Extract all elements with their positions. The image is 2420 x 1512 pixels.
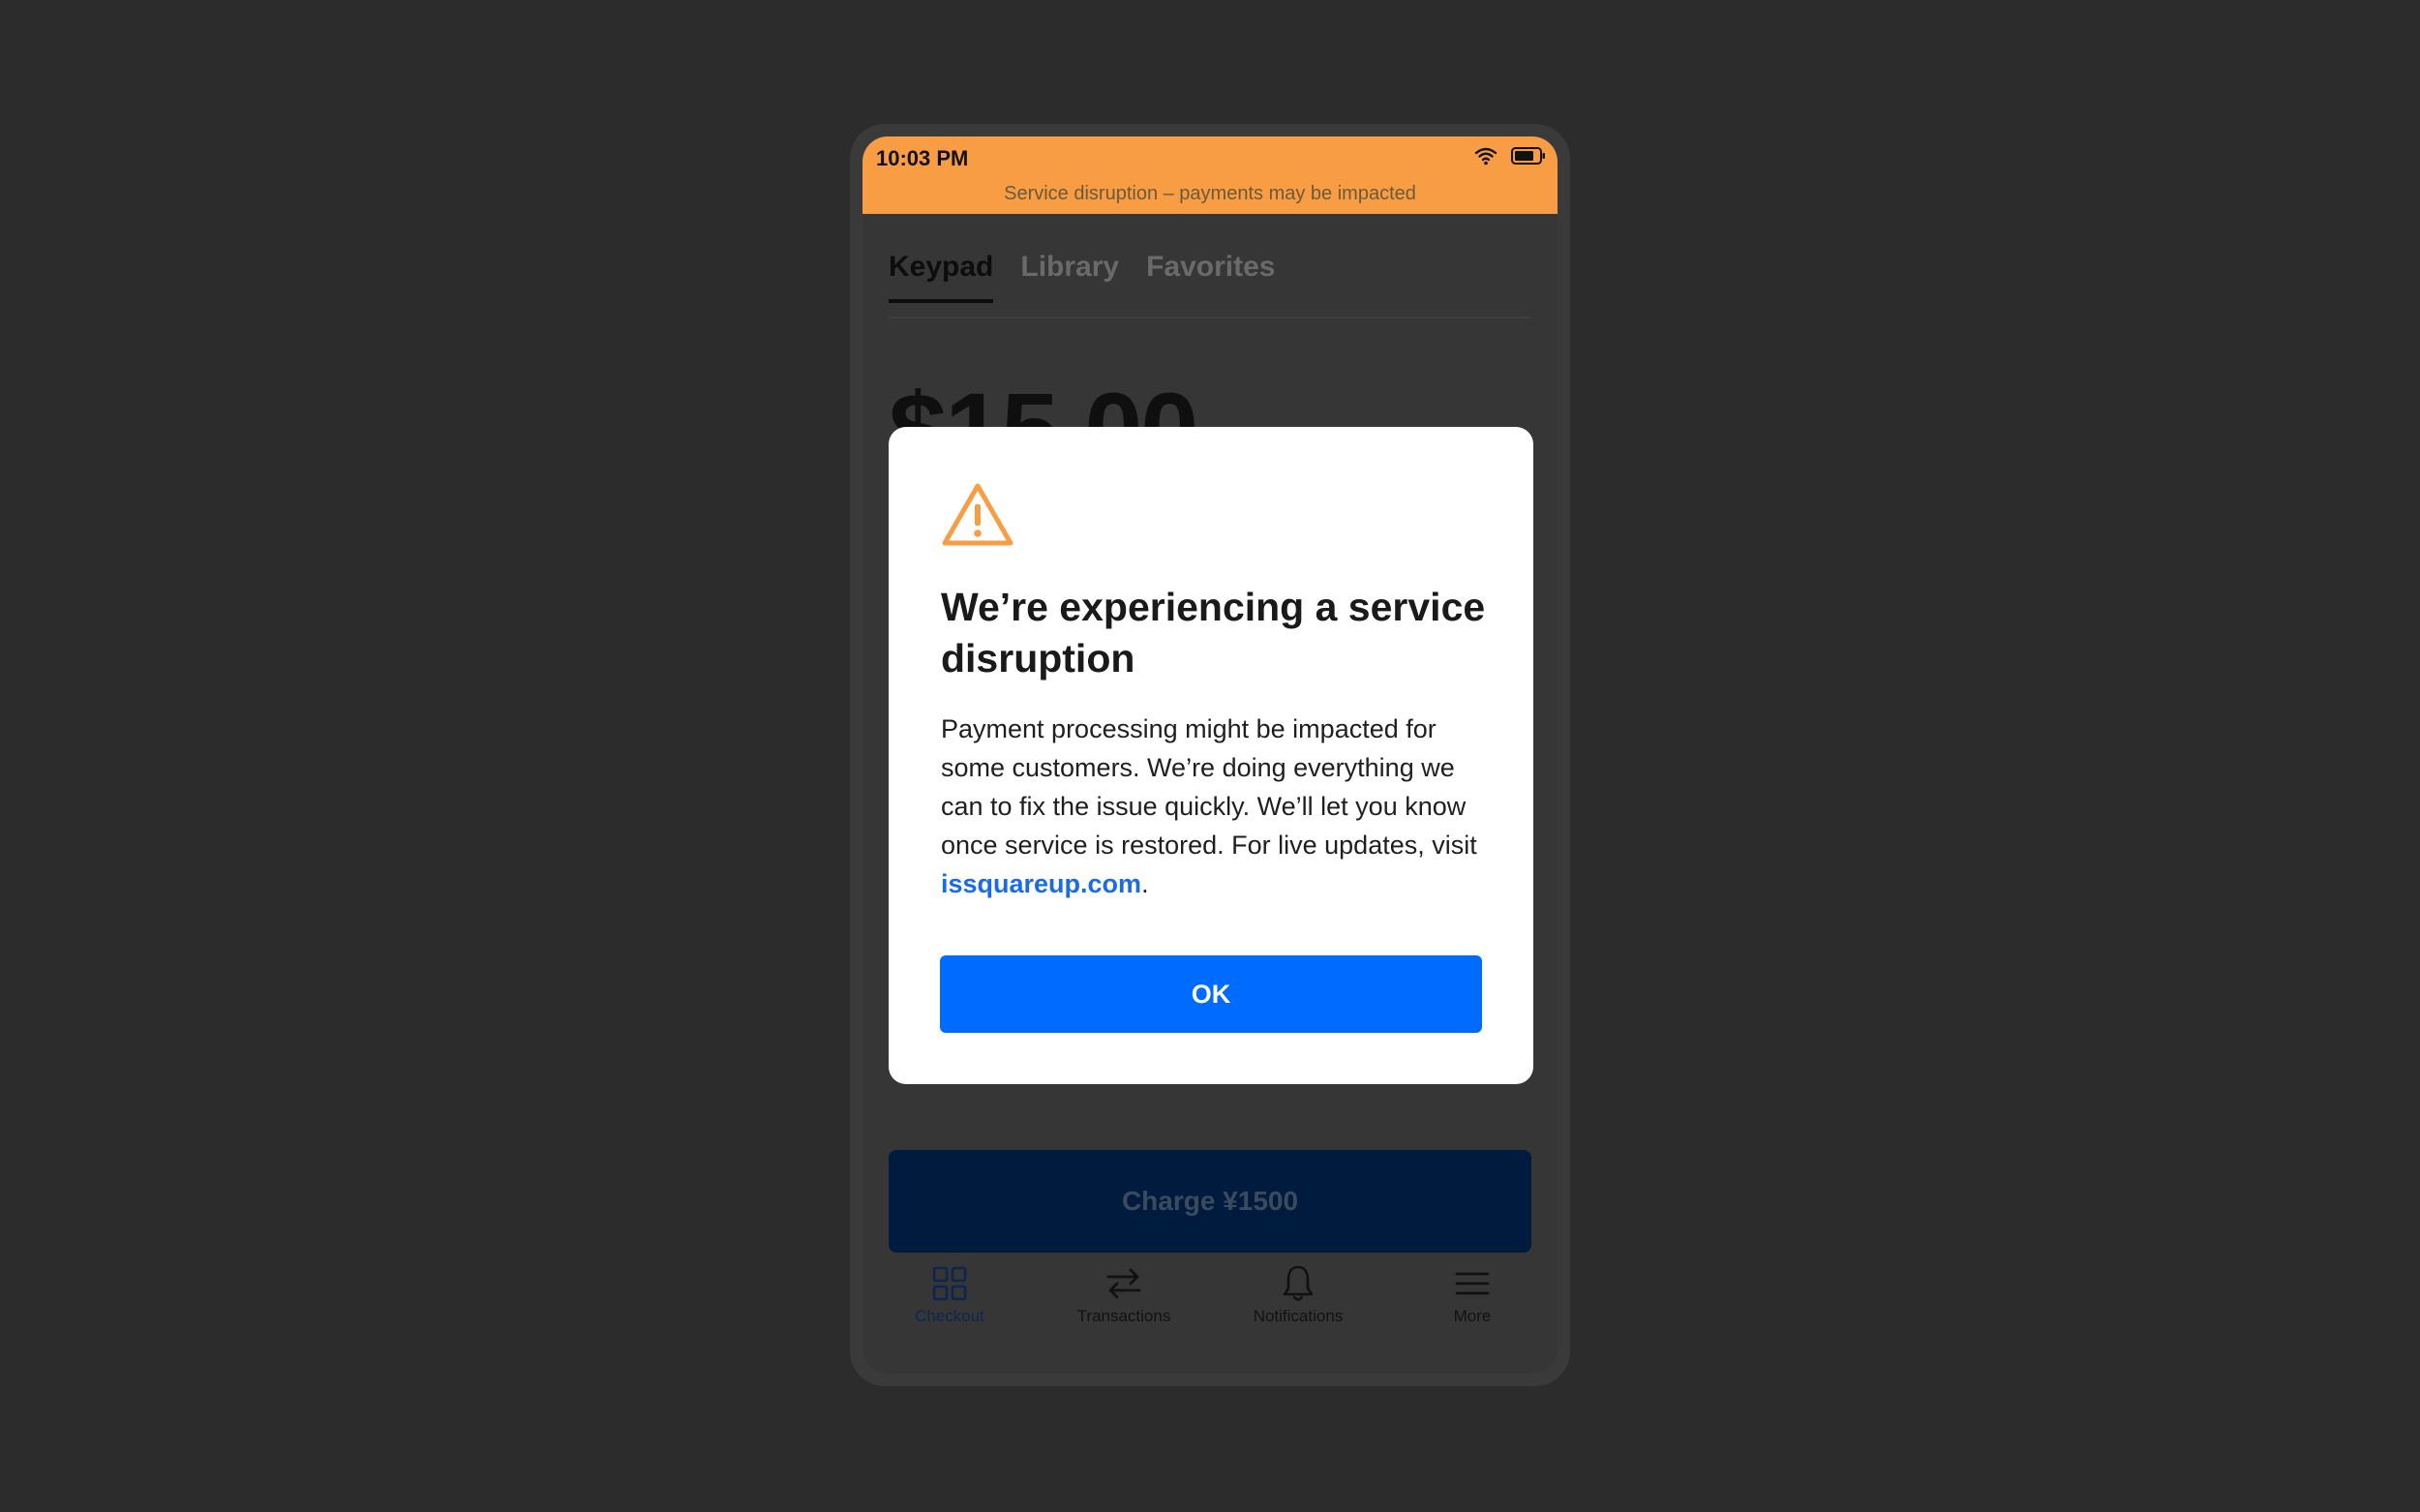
dialog-body: Payment processing might be impacted for… <box>941 710 1493 903</box>
banner-message: Service disruption – payments may be imp… <box>1004 183 1416 204</box>
wifi-icon <box>1474 147 1497 166</box>
nav-checkout[interactable]: Checkout <box>862 1264 1037 1326</box>
ok-button[interactable]: OK <box>940 955 1482 1033</box>
nav-notifications-label: Notifications <box>1253 1307 1344 1325</box>
tab-favorites[interactable]: Favorites <box>1146 251 1275 303</box>
warning-icon <box>942 483 1013 546</box>
tab-library[interactable]: Library <box>1020 251 1119 303</box>
grid-icon <box>932 1266 967 1301</box>
status-time: 10:03 PM <box>876 146 969 170</box>
dialog-body-text: Payment processing might be impacted for… <box>941 714 1477 860</box>
battery-icon <box>1511 147 1545 165</box>
dialog-body-suffix: . <box>1141 869 1149 898</box>
service-disruption-dialog: We’re experiencing a service disruption … <box>889 427 1533 1084</box>
nav-notifications[interactable]: Notifications <box>1211 1264 1385 1326</box>
bottom-navigation: Checkout Transactions Notifications More <box>862 1264 1558 1342</box>
status-page-link[interactable]: issquareup.com <box>941 869 1141 898</box>
transfer-arrows-icon <box>1106 1268 1141 1299</box>
status-icons <box>1474 146 1546 166</box>
charge-button[interactable]: Charge ¥1500 <box>889 1150 1531 1253</box>
nav-more-label: More <box>1453 1307 1492 1325</box>
bell-icon <box>1283 1265 1314 1301</box>
tab-bar: Keypad Library Favorites <box>889 251 1275 303</box>
nav-transactions[interactable]: Transactions <box>1037 1264 1211 1326</box>
nav-checkout-label: Checkout <box>915 1307 984 1325</box>
tab-divider <box>889 317 1531 318</box>
dialog-title: We’re experiencing a service disruption <box>941 585 1486 680</box>
tab-keypad[interactable]: Keypad <box>889 251 994 303</box>
hamburger-menu-icon <box>1455 1272 1490 1295</box>
nav-more[interactable]: More <box>1385 1264 1558 1326</box>
nav-transactions-label: Transactions <box>1076 1307 1171 1325</box>
service-disruption-banner[interactable]: 10:03 PM Service disruption – payments m… <box>862 136 1558 214</box>
